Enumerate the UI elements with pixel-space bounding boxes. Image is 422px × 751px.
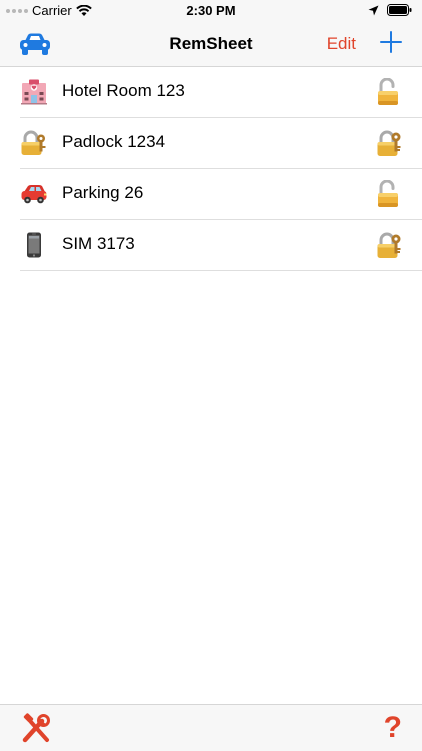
status-right [368,4,412,16]
list-item[interactable]: SIM 3173 [20,220,422,271]
location-arrow-icon [368,5,379,15]
page-title: RemSheet [169,34,253,53]
lock-with-key-icon[interactable] [376,129,402,157]
lock-with-key-icon[interactable] [376,231,402,259]
list-item[interactable]: Padlock 1234 [20,118,422,169]
phone-icon [27,232,41,258]
plus-icon[interactable] [380,31,402,53]
padlock-icon [21,130,46,155]
hotel-icon [21,79,47,105]
navigation-bar: RemSheet Edit [0,22,422,67]
item-list: Hotel Room 123 Padlock 1234 Parking 26 S… [0,67,422,271]
item-label: Parking 26 [62,183,144,202]
list-item[interactable]: Parking 26 [20,169,422,220]
item-label: Padlock 1234 [62,132,166,151]
status-bar: Carrier 2:30 PM [0,0,422,22]
lock-open-icon[interactable] [376,78,402,106]
red-car-icon [21,185,47,204]
help-button[interactable]: ? [384,711,402,745]
bottom-toolbar: ? [0,704,422,751]
tools-icon[interactable] [20,713,52,743]
lock-open-icon[interactable] [376,180,402,208]
item-label: SIM 3173 [62,234,135,253]
edit-button[interactable]: Edit [327,34,356,54]
list-item[interactable]: Hotel Room 123 [20,67,422,118]
status-time: 2:30 PM [186,3,236,18]
battery-icon [387,4,412,16]
item-label: Hotel Room 123 [62,81,185,100]
